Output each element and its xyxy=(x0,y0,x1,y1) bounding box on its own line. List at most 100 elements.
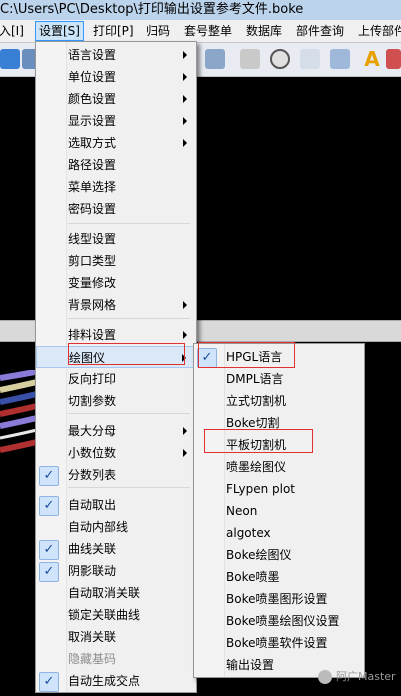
menu-item-label: Neon xyxy=(226,504,258,518)
menu-item-label: Boke喷墨图形设置 xyxy=(226,592,328,606)
menu-item-label: 菜单选择 xyxy=(68,180,117,194)
menu-item-label: Boke喷墨软件设置 xyxy=(226,636,328,650)
menu-item-label: 线型设置 xyxy=(68,232,117,246)
settings-menu-item-4[interactable]: 选取方式 xyxy=(36,132,194,154)
plotter-menu-item-13[interactable]: Boke喷墨软件设置 xyxy=(194,632,362,654)
menu-part-query[interactable]: 部件查询 xyxy=(293,23,347,39)
settings-menu-item-21[interactable]: ✓ 曲线关联 xyxy=(36,538,194,560)
plotter-menu-item-7[interactable]: Neon xyxy=(194,500,362,522)
check-icon: ✓ xyxy=(39,496,59,516)
menu-insert[interactable]: 入[I] xyxy=(0,23,27,39)
settings-menu-item-22[interactable]: ✓ 阴影联动 xyxy=(36,560,194,582)
menu-item-label: 颜色设置 xyxy=(68,92,117,106)
settings-menu-item-23[interactable]: 自动取消关联 xyxy=(36,582,194,604)
menu-item-label: 小数位数 xyxy=(68,446,117,460)
plotter-menu-item-5[interactable]: 喷墨绘图仪 xyxy=(194,456,362,478)
menu-settings[interactable]: 设置[S] xyxy=(35,21,84,41)
plotter-menu-item-12[interactable]: Boke喷墨绘图仪设置 xyxy=(194,610,362,632)
settings-menu-item-16[interactable]: 最大分母 xyxy=(36,420,194,442)
tools-icon[interactable] xyxy=(330,49,350,69)
settings-menu-item-3[interactable]: 显示设置 xyxy=(36,110,194,132)
highlight-box-flatbed xyxy=(204,429,313,453)
settings-menu-item-2[interactable]: 颜色设置 xyxy=(36,88,194,110)
menu-item-label: 变量修改 xyxy=(68,276,117,290)
plotter-menu-item-9[interactable]: Boke绘图仪 xyxy=(194,544,362,566)
settings-menu-item-24[interactable]: 锁定关联曲线 xyxy=(36,604,194,626)
plotter-menu-item-10[interactable]: Boke喷墨 xyxy=(194,566,362,588)
notepad-icon[interactable] xyxy=(300,49,320,69)
menu-item-label: Boke喷墨绘图仪设置 xyxy=(226,614,340,628)
plotter-menu-item-1[interactable]: DMPL语言 xyxy=(194,368,362,390)
refresh-icon[interactable] xyxy=(0,49,20,69)
check-icon: ✓ xyxy=(39,466,59,486)
settings-menu-item-20[interactable]: 自动内部线 xyxy=(36,516,194,538)
check-icon: ✓ xyxy=(39,672,59,692)
check-icon: ✓ xyxy=(39,540,59,560)
menu-separator xyxy=(68,223,190,224)
settings-menu-item-10[interactable]: 变量修改 xyxy=(36,272,194,294)
submenu-arrow-icon xyxy=(183,331,187,339)
settings-menu-item-1[interactable]: 单位设置 xyxy=(36,66,194,88)
check-icon: ✓ xyxy=(39,562,59,582)
menu-item-label: 显示设置 xyxy=(68,114,117,128)
menu-item-label: 剪口类型 xyxy=(68,254,117,268)
settings-menu-item-27[interactable]: ✓ 自动生成交点 xyxy=(36,670,194,692)
highlight-box-plotter xyxy=(68,343,185,365)
menu-item-label: 输出设置 xyxy=(226,658,275,672)
submenu-arrow-icon xyxy=(183,449,187,457)
submenu-arrow-icon xyxy=(183,95,187,103)
menu-item-label: 立式切割机 xyxy=(226,394,287,408)
settings-menu-item-19[interactable]: ✓ 自动取出 xyxy=(36,494,194,516)
text-a-icon[interactable]: A xyxy=(362,49,382,69)
settings-menu-item-7[interactable]: 密码设置 xyxy=(36,198,194,220)
settings-menu-item-17[interactable]: 小数位数 xyxy=(36,442,194,464)
submenu-arrow-icon xyxy=(183,73,187,81)
menu-item-label: 喷墨绘图仪 xyxy=(226,460,287,474)
menu-item-label: 取消关联 xyxy=(68,630,117,644)
settings-menu-item-15[interactable]: 切割参数 xyxy=(36,390,194,412)
settings-menu-item-14[interactable]: 反向打印 xyxy=(36,368,194,390)
save-icon[interactable] xyxy=(240,49,260,69)
menu-grading[interactable]: 归码 xyxy=(143,23,173,39)
menu-item-label: 切割参数 xyxy=(68,394,117,408)
settings-menu: 语言设置单位设置颜色设置显示设置选取方式路径设置菜单选择密码设置线型设置剪口类型… xyxy=(35,41,197,693)
settings-menu-item-6[interactable]: 菜单选择 xyxy=(36,176,194,198)
submenu-arrow-icon xyxy=(183,51,187,59)
plotter-submenu: ✓ HPGL语言 DMPL语言 立式切割机 Boke切割 平板切割机 喷墨绘图仪 FLypen… xyxy=(193,343,365,678)
menu-item-label: 阴影联动 xyxy=(68,564,117,578)
menu-item-label: 自动取出 xyxy=(68,498,117,512)
plotter-menu-item-6[interactable]: FLypen plot xyxy=(194,478,362,500)
settings-menu-item-18[interactable]: ✓ 分数列表 xyxy=(36,464,194,486)
settings-menu-item-9[interactable]: 剪口类型 xyxy=(36,250,194,272)
submenu-arrow-icon xyxy=(183,427,187,435)
menu-item-label: 隐藏基码 xyxy=(68,652,117,666)
menu-separator xyxy=(68,487,190,488)
settings-menu-item-8[interactable]: 线型设置 xyxy=(36,228,194,250)
settings-menu-item-0[interactable]: 语言设置 xyxy=(36,44,194,66)
menu-size-set[interactable]: 套号整单 xyxy=(181,23,235,39)
settings-menu-item-5[interactable]: 路径设置 xyxy=(36,154,194,176)
menu-item-label: 最大分母 xyxy=(68,424,117,438)
menu-upload-part[interactable]: 上传部件 xyxy=(355,23,401,39)
menu-item-label: 选取方式 xyxy=(68,136,117,150)
circle-icon[interactable] xyxy=(270,49,290,69)
settings-menu-item-11[interactable]: 背景网格 xyxy=(36,294,194,316)
menu-item-label: algotex xyxy=(226,526,271,540)
plotter-menu-item-8[interactable]: algotex xyxy=(194,522,362,544)
menu-item-label: 密码设置 xyxy=(68,202,117,216)
plotter-menu-item-2[interactable]: 立式切割机 xyxy=(194,390,362,412)
menu-database[interactable]: 数据库 xyxy=(243,23,285,39)
settings-menu-item-25[interactable]: 取消关联 xyxy=(36,626,194,648)
menu-item-label: FLypen plot xyxy=(226,482,296,496)
highlight-box-hpgl xyxy=(198,342,295,368)
menu-item-label: 自动内部线 xyxy=(68,520,129,534)
watermark: 阿广Master xyxy=(318,668,396,686)
menu-print[interactable]: 打印[P] xyxy=(90,23,137,39)
menu-separator xyxy=(68,413,190,414)
flag-icon[interactable] xyxy=(386,49,401,69)
export-icon[interactable] xyxy=(205,49,225,69)
menu-item-label: 单位设置 xyxy=(68,70,117,84)
plotter-menu-item-11[interactable]: Boke喷墨图形设置 xyxy=(194,588,362,610)
menu-item-label: 反向打印 xyxy=(68,372,117,386)
submenu-arrow-icon xyxy=(183,301,187,309)
